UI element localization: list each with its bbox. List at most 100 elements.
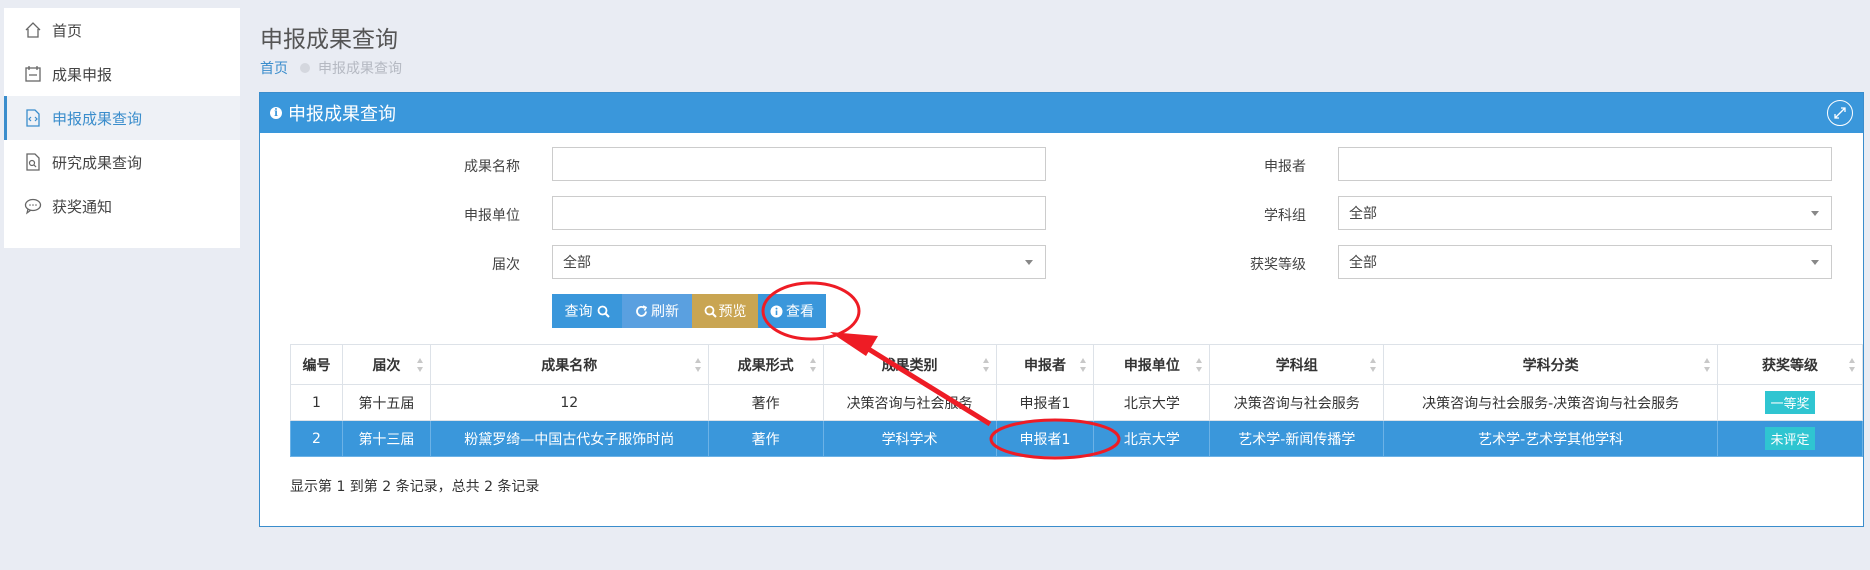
column-header-label: 申报者 <box>1023 357 1066 374</box>
sort-icon <box>1370 358 1377 372</box>
column-header[interactable]: 成果类别 <box>822 344 997 385</box>
unit-label: 申报单位 <box>464 208 520 224</box>
breadcrumb-current: 申报成果查询 <box>318 61 402 77</box>
calendar-icon <box>22 63 44 85</box>
award-label: 获奖等级 <box>1250 257 1306 273</box>
chat-icon <box>22 195 44 217</box>
sidebar-item-label: 申报成果查询 <box>52 109 143 128</box>
info-icon: i <box>270 107 282 119</box>
column-header-label: 获奖等级 <box>1761 357 1818 374</box>
award-badge: 一等奖 <box>1765 391 1815 414</box>
award-badge: 未评定 <box>1765 427 1815 450</box>
sidebar-item-research[interactable]: 研究成果查询 <box>4 140 240 184</box>
group-select[interactable]: 全部 <box>1338 196 1832 230</box>
name-label: 成果名称 <box>464 159 520 175</box>
applicant-input[interactable] <box>1338 147 1832 181</box>
sort-icon <box>416 358 424 372</box>
table-header-row: 编号 届次 成果名称 成果形式 成果类别 申报者 申报单位 学科组 学科分类 获… <box>290 344 1864 385</box>
chevron-down-icon <box>1811 260 1819 265</box>
sort-icon <box>982 358 990 372</box>
breadcrumb: 首页 申报成果查询 <box>260 58 402 78</box>
table-cell: 艺术学-新闻传播学 <box>1209 420 1385 457</box>
table-cell: 第十五届 <box>341 384 431 421</box>
table-row[interactable]: 2 第十三届 粉黛罗绮—中国古代女子服饰时尚 著作 学科学术 申报者1 北京大学… <box>290 420 1864 457</box>
breadcrumb-separator <box>300 63 310 73</box>
column-header-label: 编号 <box>302 357 331 374</box>
file-search-icon <box>22 151 44 173</box>
page-title: 申报成果查询 <box>260 27 398 53</box>
sort-icon <box>1703 358 1711 372</box>
column-header[interactable]: 届次 <box>341 344 431 385</box>
column-header[interactable]: 学科分类 <box>1383 344 1718 385</box>
refresh-button[interactable]: 刷新 <box>622 294 692 328</box>
home-icon <box>22 19 44 41</box>
column-header[interactable]: 编号 <box>290 344 343 385</box>
sidebar-item-submit[interactable]: 成果申报 <box>4 52 240 96</box>
column-header[interactable]: 成果名称 <box>429 344 709 385</box>
sidebar-item-query[interactable]: 申报成果查询 <box>4 96 240 140</box>
table-cell: 12 <box>429 384 709 421</box>
table-cell: 未评定 <box>1716 420 1864 457</box>
expand-icon[interactable] <box>1827 100 1853 126</box>
table-summary: 显示第 1 到第 2 条记录，总共 2 条记录 <box>290 479 540 495</box>
column-header-label: 学科分类 <box>1522 357 1579 374</box>
column-header[interactable]: 申报者 <box>995 344 1095 385</box>
refresh-icon <box>636 304 648 317</box>
column-header-label: 成果形式 <box>737 357 794 374</box>
preview-button[interactable]: 预览 <box>692 294 758 328</box>
sidebar: 首页 成果申报 申报成果查询 研究成果查询 获奖通知 <box>4 8 240 248</box>
table-cell: 粉黛罗绮—中国古代女子服饰时尚 <box>429 420 709 457</box>
group-select-value: 全部 <box>1349 206 1377 222</box>
session-select[interactable]: 全部 <box>552 245 1046 279</box>
view-button-label: 查看 <box>786 304 814 320</box>
column-header-label: 成果名称 <box>541 357 598 374</box>
table-cell: 决策咨询与社会服务 <box>1209 384 1385 421</box>
session-select-value: 全部 <box>563 255 591 271</box>
results-table: 编号 届次 成果名称 成果形式 成果类别 申报者 申报单位 学科组 学科分类 获… <box>290 344 1864 457</box>
sort-icon <box>809 358 817 372</box>
column-header-label: 届次 <box>372 357 401 374</box>
table-cell: 北京大学 <box>1093 384 1211 421</box>
sidebar-item-home[interactable]: 首页 <box>4 8 240 52</box>
table-cell: 第十三届 <box>341 420 431 457</box>
sidebar-item-label: 获奖通知 <box>52 197 113 216</box>
award-select[interactable]: 全部 <box>1338 245 1832 279</box>
query-button[interactable]: 查询 <box>552 294 622 328</box>
chevron-down-icon <box>1811 211 1819 216</box>
sort-icon <box>1849 358 1856 372</box>
group-label: 学科组 <box>1264 208 1306 224</box>
sidebar-item-label: 成果申报 <box>52 65 113 84</box>
table-cell: 学科学术 <box>822 420 997 457</box>
table-cell: 1 <box>290 384 343 421</box>
table-cell: 北京大学 <box>1093 420 1211 457</box>
column-header[interactable]: 学科组 <box>1209 344 1385 385</box>
refresh-button-label: 刷新 <box>651 304 679 320</box>
panel-header: i 申报成果查询 <box>260 93 1863 133</box>
table-cell: 申报者1 <box>995 384 1095 421</box>
sidebar-item-award[interactable]: 获奖通知 <box>4 184 240 228</box>
column-header-label: 成果类别 <box>881 357 938 374</box>
search-icon <box>704 305 717 318</box>
column-header[interactable]: 获奖等级 <box>1716 344 1864 385</box>
view-button[interactable]: 查看 <box>758 294 826 328</box>
info-icon <box>770 305 783 317</box>
preview-button-label: 预览 <box>718 304 747 320</box>
column-header[interactable]: 申报单位 <box>1093 344 1211 385</box>
breadcrumb-home-link[interactable]: 首页 <box>260 58 288 78</box>
unit-input[interactable] <box>552 196 1046 230</box>
table-cell: 决策咨询与社会服务 <box>822 384 997 421</box>
column-header[interactable]: 成果形式 <box>707 344 824 385</box>
column-header-label: 学科组 <box>1275 357 1318 374</box>
sort-icon <box>1080 358 1087 372</box>
name-input[interactable] <box>552 147 1046 181</box>
table-cell: 申报者1 <box>995 420 1095 457</box>
file-code-icon <box>22 107 44 129</box>
column-header-label: 申报单位 <box>1123 357 1180 374</box>
table-row[interactable]: 1 第十五届 12 著作 决策咨询与社会服务 申报者1 北京大学 决策咨询与社会… <box>290 384 1864 421</box>
sort-icon <box>694 358 702 372</box>
panel-title: 申报成果查询 <box>288 104 396 125</box>
search-icon <box>597 305 610 318</box>
sidebar-item-label: 首页 <box>52 21 83 40</box>
table-cell: 艺术学-艺术学其他学科 <box>1383 420 1718 457</box>
query-button-label: 查询 <box>564 304 593 320</box>
